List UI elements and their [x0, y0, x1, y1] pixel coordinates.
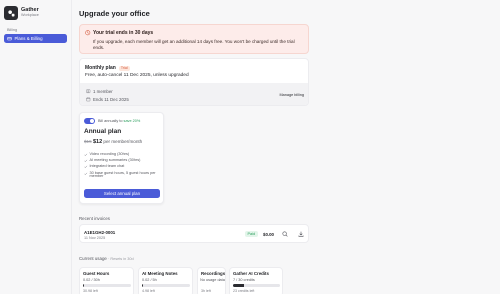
plan-description: Free, auto-cancel 11 Dec 2025, unless up…: [85, 73, 189, 78]
invoice-amount: $0.00: [263, 232, 274, 237]
usage-card-title: AI Meeting Notes: [142, 271, 178, 276]
workspace-subtitle: Workplace: [21, 13, 39, 18]
bill-annually-label: Bill annually to: [98, 119, 123, 123]
usage-progress-fill: [142, 284, 143, 287]
download-icon[interactable]: [298, 231, 304, 237]
feature-list: Video recording (30hrs) AI meeting summa…: [84, 152, 162, 182]
annual-plan-card: Bill annually to save 20% Annual plan $1…: [79, 112, 164, 204]
usage-card-title: Recordings: [201, 271, 226, 276]
usage-progress-bar: [233, 284, 280, 287]
usage-card-title: Guest Hours: [83, 271, 110, 276]
workspace-switcher[interactable]: Gather Workplace: [4, 6, 39, 20]
feature-text: 30 base guest hours, 5 guest hours per m…: [89, 170, 156, 179]
plan-end-date: Ends 11 Dec 2025: [93, 97, 129, 102]
feature-item: AI meeting summaries (30hrs): [84, 158, 162, 163]
usage-card-remaining: 23 credits left: [233, 289, 255, 293]
invoice-row: A1E1GH2-0001 11 Nov 2025 Paid $0.00: [79, 224, 309, 243]
feature-item: 30 base guest hours, 5 guest hours per m…: [84, 170, 162, 179]
trial-body: If you upgrade, each member will get an …: [93, 39, 295, 50]
feature-text: AI meeting summaries (30hrs): [89, 158, 141, 163]
annual-plan-title: Annual plan: [84, 128, 122, 135]
check-icon: [84, 166, 88, 169]
sidebar-item-label: Plans & Billing: [14, 36, 43, 41]
price-old: $15: [84, 139, 92, 144]
save-percent: save 20%: [123, 119, 141, 123]
feature-item: Integrated team chat: [84, 165, 162, 169]
main-content: Upgrade your office Your trial ends in 3…: [79, 0, 309, 294]
trial-banner: Your trial ends in 30 days If you upgrad…: [79, 24, 309, 54]
usage-reset: · Resets in 30d: [108, 257, 134, 261]
price-unit: per member/month: [103, 139, 143, 144]
usage-card-value: 0.02 / 30h: [83, 278, 100, 282]
usage-card-remaining: 4.98 left: [142, 289, 155, 293]
invoice-id: A1E1GH2-0001: [84, 230, 116, 235]
plan-meta: 1 member Ends 11 Dec 2025 Manage billing: [80, 83, 308, 105]
usage-card-ai-notes: AI Meeting Notes 0.02 / 5h 4.98 left: [138, 267, 193, 294]
check-icon: [84, 153, 88, 156]
invoice-date: 11 Nov 2025: [84, 236, 106, 240]
usage-progress-fill: [233, 284, 244, 287]
sidebar-item-plans-billing[interactable]: Plans & Billing: [4, 34, 67, 43]
usage-card-remaining: 3h left: [201, 289, 211, 293]
members-count: 1 member: [93, 89, 113, 94]
page-title: Upgrade your office: [79, 9, 150, 18]
feature-item: Video recording (30hrs): [84, 152, 162, 157]
manage-billing-button[interactable]: Manage billing: [280, 93, 305, 97]
calendar-icon: [86, 97, 91, 102]
select-annual-plan-button[interactable]: Select annual plan: [84, 189, 160, 198]
usage-progress-bar: [83, 284, 131, 287]
clock-icon: [85, 30, 91, 36]
check-icon: [84, 172, 88, 175]
usage-title: Current usage: [79, 256, 107, 261]
magnifier-icon[interactable]: [282, 231, 288, 237]
sidebar: Gather Workplace Billing Plans & Billing: [0, 0, 72, 294]
feature-text: Integrated team chat: [89, 164, 125, 169]
usage-card-value: 0.02 / 5h: [142, 278, 157, 282]
usage-card-title: Gather AI Credits: [233, 271, 269, 276]
recent-invoices-label: Recent invoices: [79, 216, 110, 221]
trial-badge: Trial: [118, 65, 130, 71]
usage-card-ai-credits: Gather AI Credits 7 / 30 credits 23 cred…: [229, 267, 283, 294]
card-icon: [7, 37, 12, 41]
bill-annually-text: Bill annually to save 20%: [98, 119, 140, 123]
feature-text: Video recording (30hrs): [89, 152, 130, 156]
current-usage-label: Current usage · Resets in 30d: [79, 256, 134, 261]
member-icon: [86, 89, 91, 94]
bill-annually-toggle[interactable]: [84, 118, 95, 124]
annual-price: $15 $12 per member/month: [84, 139, 142, 145]
usage-card-guest-hours: Guest Hours 0.02 / 30h 30.98 left: [79, 267, 134, 294]
price-new: $12: [92, 139, 103, 145]
check-icon: [84, 159, 88, 163]
current-plan-card: Monthly plan Trial Free, auto-cancel 11 …: [79, 58, 309, 106]
usage-card-remaining: 30.98 left: [83, 289, 98, 293]
gather-logo-icon: [4, 6, 18, 20]
plan-title: Monthly plan: [85, 65, 116, 71]
usage-progress-bar: [142, 284, 190, 287]
usage-card-value: No usage data: [200, 278, 225, 282]
usage-progress-fill: [83, 284, 84, 287]
usage-card-value: 7 / 30 credits: [233, 278, 255, 282]
invoice-status-badge: Paid: [245, 231, 258, 237]
usage-card-recordings: Recordings No usage data 3h left: [197, 267, 226, 294]
sidebar-section-billing: Billing: [7, 28, 18, 32]
trial-title: Your trial ends in 30 days: [93, 30, 154, 36]
